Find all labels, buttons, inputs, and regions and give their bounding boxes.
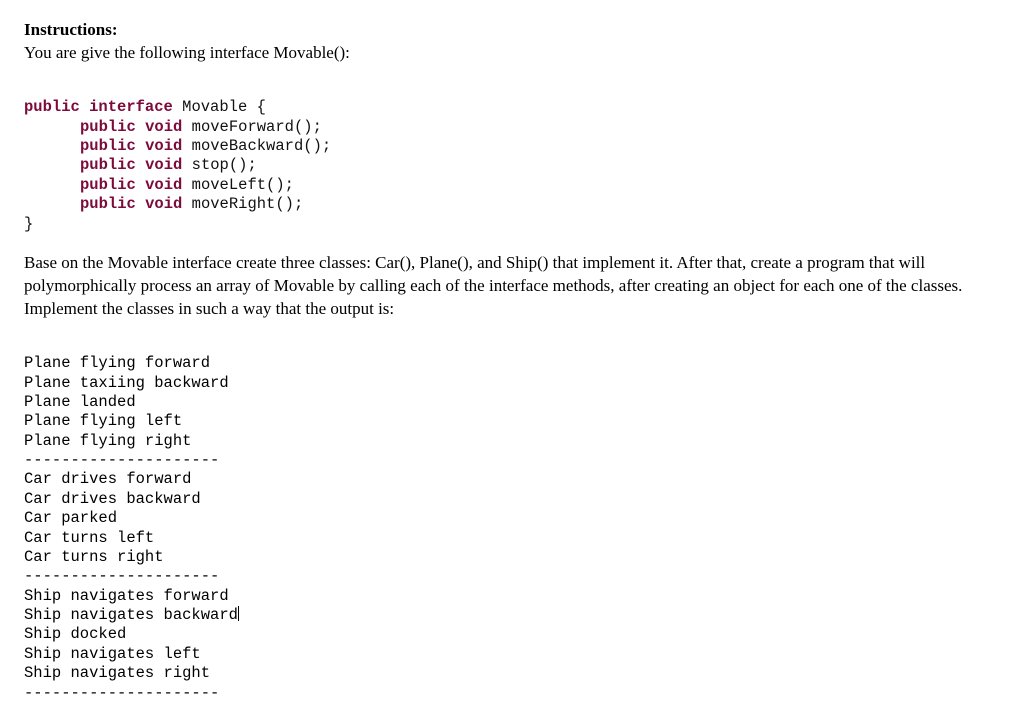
output-line: Plane taxiing backward	[24, 374, 229, 392]
keyword-void: void	[145, 118, 182, 136]
keyword-void: void	[145, 176, 182, 194]
output-line: Car drives forward	[24, 470, 191, 488]
method-4: moveLeft();	[182, 176, 294, 194]
interface-code: public interface Movable { public void m…	[24, 79, 1000, 234]
method-5: moveRight();	[182, 195, 303, 213]
output-line: Ship navigates right	[24, 664, 210, 682]
text-cursor-icon	[238, 606, 239, 621]
output-line: Ship navigates forward	[24, 587, 229, 605]
expected-output: Plane flying forward Plane taxiing backw…	[24, 335, 1000, 703]
keyword-void: void	[145, 137, 182, 155]
output-line: Plane landed	[24, 393, 136, 411]
output-line: Car turns right	[24, 548, 164, 566]
keyword-void: void	[145, 195, 182, 213]
output-line: Ship navigates backward	[24, 606, 238, 624]
keyword-public: public	[24, 98, 80, 116]
keyword-public: public	[80, 176, 136, 194]
output-line: ---------------------	[24, 684, 219, 702]
output-line: ---------------------	[24, 451, 219, 469]
keyword-void: void	[145, 156, 182, 174]
method-3: stop();	[182, 156, 256, 174]
keyword-public: public	[80, 156, 136, 174]
brace-open: {	[247, 98, 266, 116]
instructions-heading: Instructions:	[24, 20, 1000, 40]
intro-line: You are give the following interface Mov…	[24, 42, 1000, 65]
keyword-public: public	[80, 137, 136, 155]
task-description: Base on the Movable interface create thr…	[24, 252, 1000, 321]
output-line: Plane flying forward	[24, 354, 210, 372]
output-line: Plane flying left	[24, 412, 182, 430]
output-line: Ship navigates left	[24, 645, 201, 663]
output-line: Plane flying right	[24, 432, 191, 450]
keyword-public: public	[80, 195, 136, 213]
output-line: Ship docked	[24, 625, 126, 643]
method-2: moveBackward();	[182, 137, 331, 155]
output-line: Car turns left	[24, 529, 154, 547]
class-name: Movable	[182, 98, 247, 116]
output-line: Car drives backward	[24, 490, 201, 508]
output-line: Car parked	[24, 509, 117, 527]
brace-close: }	[24, 215, 33, 233]
method-1: moveForward();	[182, 118, 322, 136]
output-line: ---------------------	[24, 567, 219, 585]
keyword-interface: interface	[89, 98, 173, 116]
keyword-public: public	[80, 118, 136, 136]
